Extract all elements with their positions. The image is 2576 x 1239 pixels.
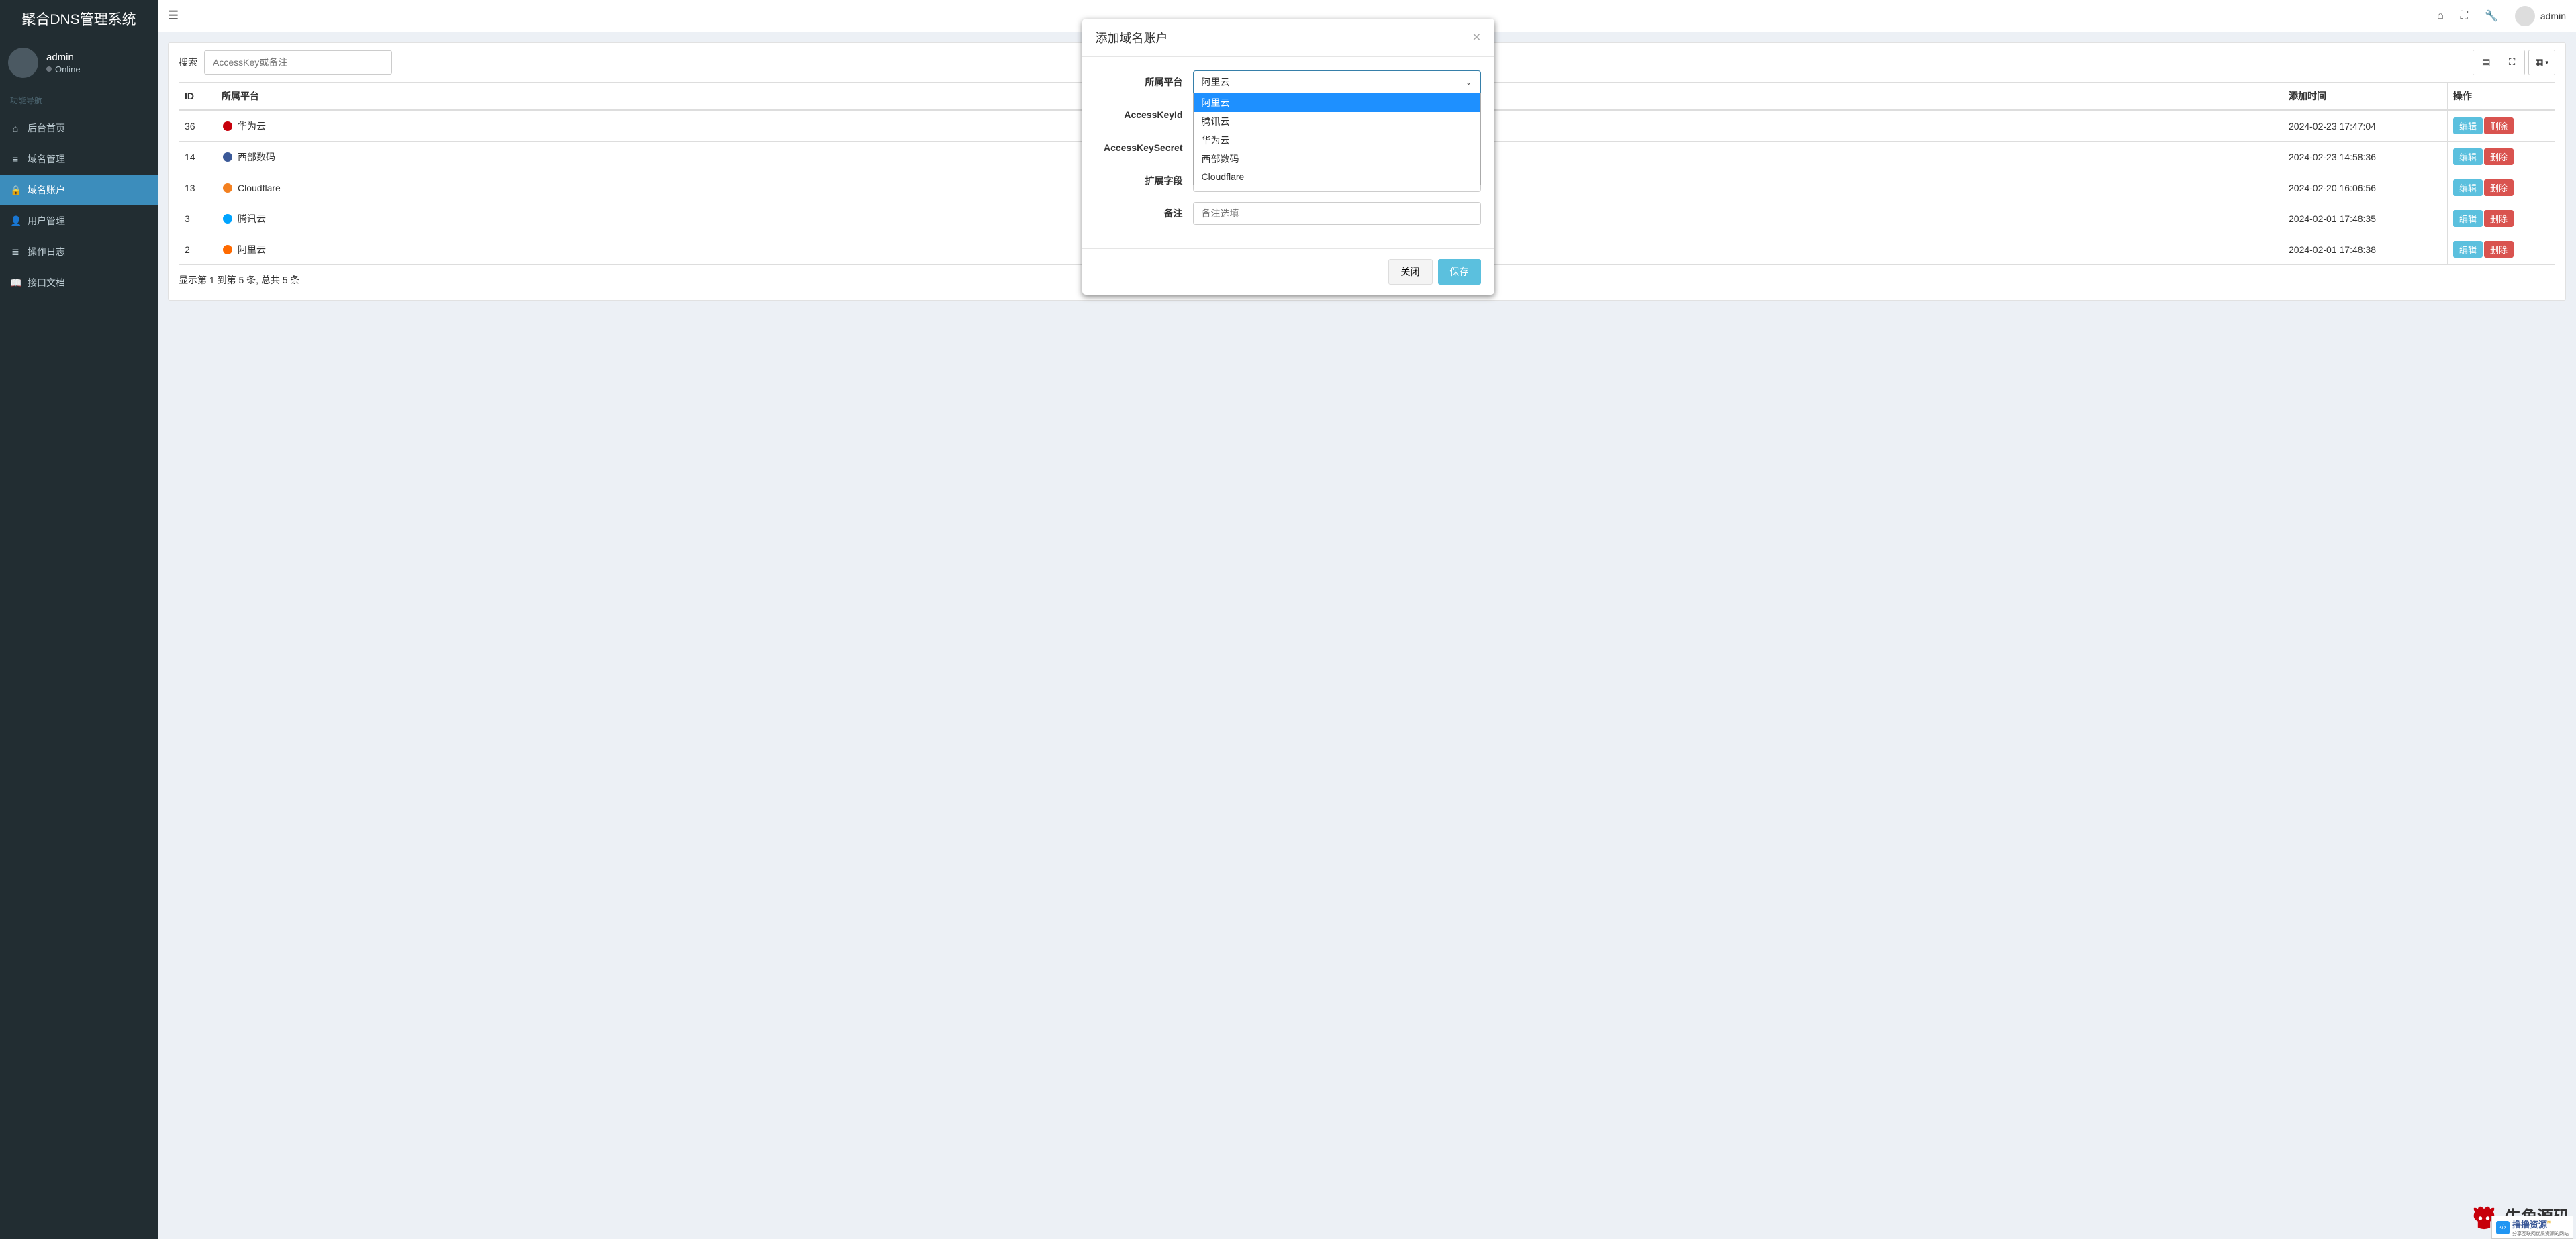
save-button[interactable]: 保存 (1438, 259, 1481, 285)
modal-title: 添加域名账户 (1096, 29, 1168, 46)
close-button[interactable]: 关闭 (1388, 259, 1433, 285)
dropdown-option[interactable]: Cloudflare (1194, 168, 1480, 185)
remark-input[interactable] (1193, 202, 1481, 225)
dropdown-option[interactable]: 华为云 (1194, 131, 1480, 150)
code-icon: ‹/› (2496, 1221, 2510, 1234)
dropdown-option[interactable]: 阿里云 (1194, 93, 1480, 112)
chevron-down-icon: ⌄ (1465, 77, 1472, 87)
platform-dropdown: 阿里云 腾讯云 华为云 西部数码 Cloudflare (1193, 93, 1481, 185)
add-account-modal: 添加域名账户 × 所属平台 阿里云 ⌄ 阿里云 腾讯云 华为云 西部数码 Clo… (1082, 19, 1494, 295)
close-icon[interactable]: × (1472, 30, 1480, 46)
platform-label: 所属平台 (1096, 75, 1193, 89)
platform-select[interactable]: 阿里云 ⌄ (1193, 70, 1481, 93)
dropdown-option[interactable]: 腾讯云 (1194, 112, 1480, 131)
remark-label: 备注 (1096, 207, 1193, 220)
ext-label: 扩展字段 (1096, 174, 1193, 187)
access-key-id-label: AccessKeyId (1096, 109, 1193, 120)
watermark-luluzy: ‹/› 撸撸资源® 分享互联网优质资源的网站 (2491, 1216, 2573, 1239)
dropdown-option[interactable]: 西部数码 (1194, 150, 1480, 168)
access-key-secret-label: AccessKeySecret (1096, 142, 1193, 153)
